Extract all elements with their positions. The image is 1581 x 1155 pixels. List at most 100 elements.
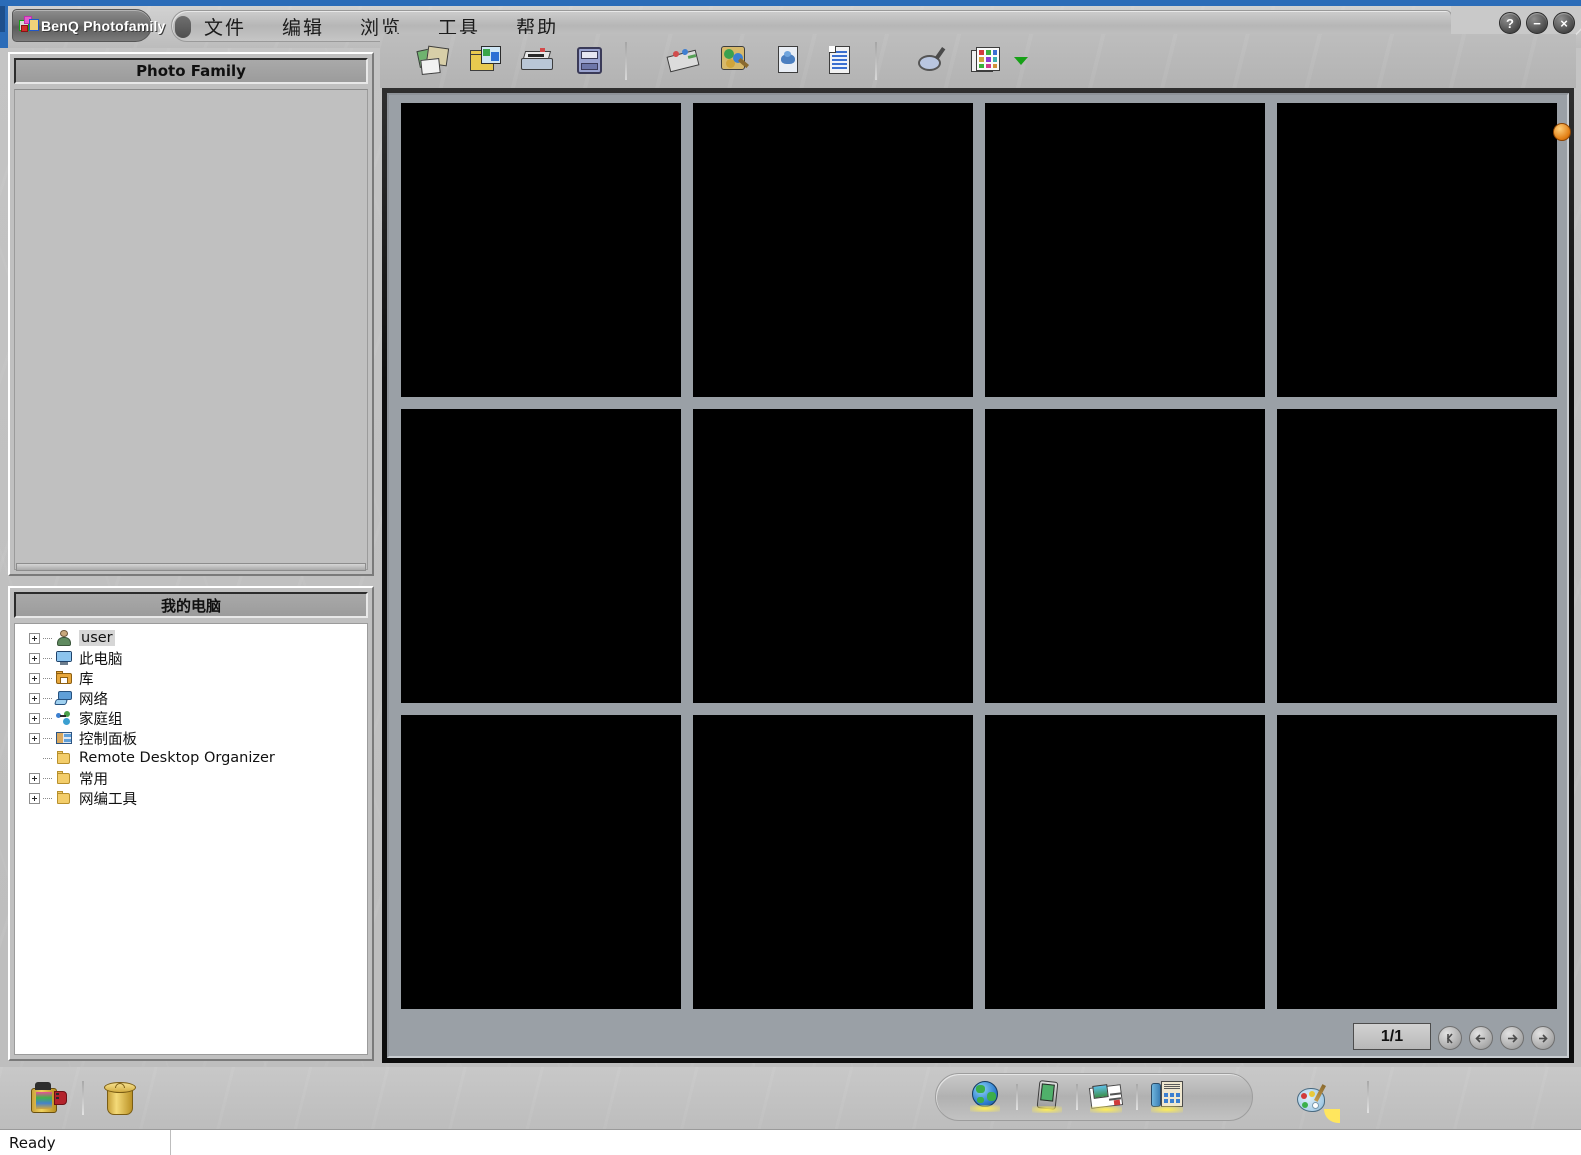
pagination-controls: 1/1 bbox=[1353, 1023, 1555, 1050]
thumbnail-cell[interactable] bbox=[985, 715, 1265, 1009]
first-page-button[interactable] bbox=[1438, 1026, 1462, 1050]
tree-item-this-pc[interactable]: 此电脑 bbox=[15, 648, 367, 668]
thumbnail-cell[interactable] bbox=[1277, 715, 1557, 1009]
expander-icon[interactable] bbox=[29, 652, 40, 664]
photo-family-panel: Photo Family bbox=[8, 52, 374, 576]
folder-icon bbox=[55, 750, 73, 766]
tree-item-label: 此电脑 bbox=[79, 651, 123, 668]
tree-connector bbox=[43, 737, 52, 739]
tree-item-label: 控制面板 bbox=[79, 731, 137, 748]
tree-item-web-tools[interactable]: 网编工具 bbox=[15, 788, 367, 808]
trash-can-icon[interactable] bbox=[84, 1070, 156, 1126]
photo-family-header: Photo Family bbox=[14, 58, 368, 84]
thumbnail-cell[interactable] bbox=[985, 103, 1265, 397]
tree-item-user[interactable]: user bbox=[15, 628, 367, 648]
expander-icon[interactable] bbox=[29, 632, 40, 644]
tree-item-label: 库 bbox=[79, 671, 94, 688]
my-computer-panel: 我的电脑 user 此电脑 库 网络 家庭组 控制面板 Remote Deskt… bbox=[8, 586, 374, 1061]
thumbnail-cell[interactable] bbox=[693, 103, 973, 397]
fax-machine-icon[interactable] bbox=[1138, 1075, 1196, 1119]
thumbnail-viewer-frame: 1/1 bbox=[382, 88, 1574, 1063]
bottom-right-separator bbox=[1367, 1081, 1369, 1113]
expander-icon[interactable] bbox=[29, 772, 40, 784]
thumbnail-view-dropdown-caret[interactable] bbox=[1014, 57, 1028, 65]
palette-icon[interactable] bbox=[1280, 1075, 1352, 1131]
edit-image-icon[interactable] bbox=[710, 39, 762, 83]
expander-icon[interactable] bbox=[29, 732, 40, 744]
close-button[interactable]: × bbox=[1553, 12, 1575, 34]
expander-icon[interactable] bbox=[29, 692, 40, 704]
expander-icon[interactable] bbox=[29, 712, 40, 724]
bottom-action-capsule bbox=[935, 1073, 1253, 1121]
storage-drive-icon[interactable] bbox=[564, 39, 616, 83]
albums-icon[interactable] bbox=[408, 39, 460, 83]
thumbnail-cell[interactable] bbox=[693, 409, 973, 703]
thumbnail-cell[interactable] bbox=[401, 715, 681, 1009]
status-bar-divider bbox=[170, 1130, 171, 1155]
network-icon bbox=[54, 690, 73, 706]
photo-family-hscrollbar[interactable] bbox=[16, 563, 366, 571]
slideshow-icon[interactable] bbox=[658, 39, 710, 83]
toolbar-group-source bbox=[408, 39, 616, 83]
photo-family-list[interactable] bbox=[14, 89, 368, 570]
thumbnail-view-icon[interactable] bbox=[960, 39, 1012, 83]
desktop-background-left bbox=[0, 0, 8, 48]
tree-item-label: Remote Desktop Organizer bbox=[79, 750, 275, 766]
thumbnail-cell[interactable] bbox=[693, 715, 973, 1009]
tree-item-libraries[interactable]: 库 bbox=[15, 668, 367, 688]
preview-image-icon[interactable] bbox=[762, 39, 814, 83]
tree-item-homegroup[interactable]: 家庭组 bbox=[15, 708, 367, 728]
homegroup-icon bbox=[55, 710, 73, 726]
status-message: Ready bbox=[9, 1133, 56, 1152]
tree-item-network[interactable]: 网络 bbox=[15, 688, 367, 708]
tree-item-control-panel[interactable]: 控制面板 bbox=[15, 728, 367, 748]
computer-icon bbox=[55, 650, 73, 666]
thumbnail-cell[interactable] bbox=[985, 409, 1265, 703]
tree-connector bbox=[43, 717, 52, 719]
toolbar-separator-1 bbox=[625, 42, 627, 80]
toolbar-group-view bbox=[908, 39, 1028, 83]
tree-item-remote-desktop-organizer[interactable]: Remote Desktop Organizer bbox=[15, 748, 367, 768]
my-computer-title: 我的电脑 bbox=[160, 596, 221, 615]
thumbnail-viewer: 1/1 bbox=[387, 93, 1571, 1058]
help-button[interactable]: ? bbox=[1499, 12, 1521, 34]
menu-edit[interactable]: 编辑 bbox=[282, 13, 324, 40]
thumbnail-cell[interactable] bbox=[401, 409, 681, 703]
tree-item-label: user bbox=[79, 630, 115, 646]
tree-connector bbox=[43, 697, 52, 699]
scanner-icon[interactable] bbox=[512, 39, 564, 83]
tree-item-frequently-used[interactable]: 常用 bbox=[15, 768, 367, 788]
pda-device-icon[interactable] bbox=[1018, 1075, 1076, 1119]
bottom-right-group bbox=[1280, 1075, 1352, 1131]
folder-icon bbox=[55, 770, 73, 786]
web-globe-icon[interactable] bbox=[958, 1075, 1016, 1119]
thumbnail-cell[interactable] bbox=[1277, 103, 1557, 397]
tree-item-label: 网络 bbox=[79, 691, 108, 708]
expander-icon[interactable] bbox=[29, 672, 40, 684]
photo-family-title: Photo Family bbox=[136, 62, 246, 80]
status-bar: Ready bbox=[0, 1129, 1581, 1155]
expander-icon[interactable] bbox=[29, 792, 40, 804]
folder-images-icon[interactable] bbox=[460, 39, 512, 83]
menu-file[interactable]: 文件 bbox=[204, 13, 246, 40]
thumbnail-cell[interactable] bbox=[401, 103, 681, 397]
film-inbox-icon[interactable] bbox=[10, 1070, 82, 1126]
thumbnail-grid bbox=[401, 103, 1557, 1009]
scroll-indicator-dot bbox=[1553, 123, 1571, 141]
email-postcard-icon[interactable] bbox=[1078, 1075, 1136, 1119]
folder-icon bbox=[55, 790, 73, 806]
previous-page-button[interactable] bbox=[1469, 1026, 1493, 1050]
tree-item-label: 家庭组 bbox=[79, 711, 123, 728]
last-page-button[interactable] bbox=[1531, 1026, 1555, 1050]
document-icon[interactable] bbox=[814, 39, 866, 83]
minimize-button[interactable]: − bbox=[1526, 12, 1548, 34]
next-page-button[interactable] bbox=[1500, 1026, 1524, 1050]
window-controls: ? − × bbox=[1499, 12, 1575, 34]
application-window: BenQ Photofamily 文件 编辑 浏览 工具 帮助 ? − × Ph… bbox=[0, 0, 1581, 1155]
control-panel-icon bbox=[55, 730, 73, 746]
folder-tree[interactable]: user 此电脑 库 网络 家庭组 控制面板 Remote Desktop Or… bbox=[14, 623, 368, 1055]
magnifier-icon[interactable] bbox=[908, 39, 960, 83]
tree-item-label: 常用 bbox=[79, 771, 108, 788]
tree-connector bbox=[43, 657, 52, 659]
thumbnail-cell[interactable] bbox=[1277, 409, 1557, 703]
